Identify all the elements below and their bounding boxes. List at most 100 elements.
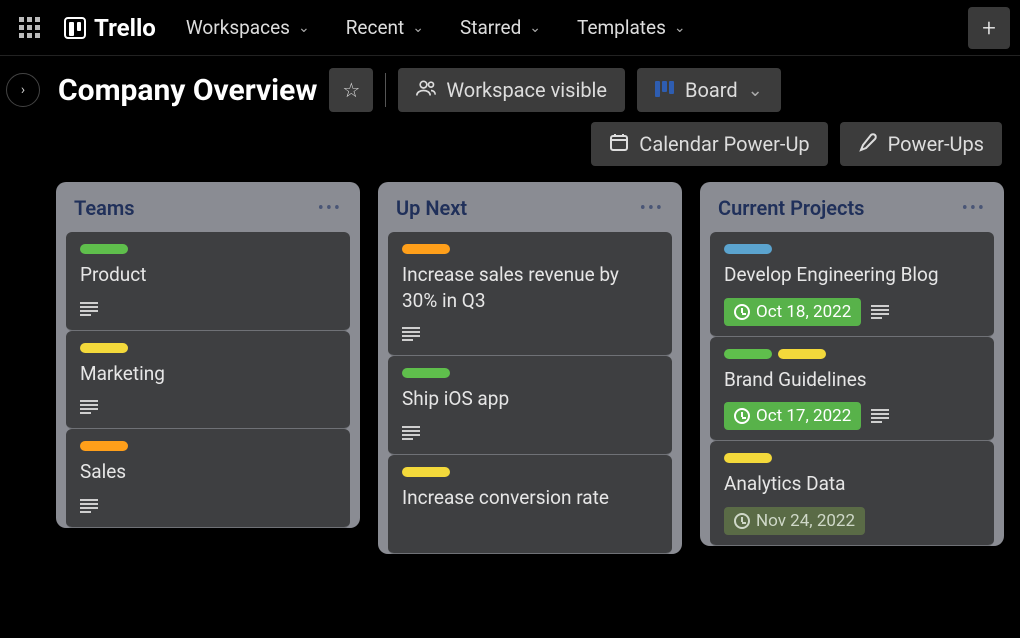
- card[interactable]: Increase conversion rate: [388, 455, 672, 554]
- board-header: › Company Overview ☆ Workspace visible B…: [0, 56, 1020, 182]
- list-header: Teams •••: [66, 192, 350, 232]
- card-title: Analytics Data: [724, 471, 980, 497]
- powerups-button[interactable]: Power-Ups: [840, 122, 1002, 166]
- apps-grid-icon: [19, 17, 40, 38]
- trello-logo[interactable]: Trello: [56, 14, 164, 42]
- chevron-down-icon: ⌄: [529, 20, 541, 36]
- list-title[interactable]: Up Next: [396, 196, 467, 220]
- label-orange[interactable]: [80, 441, 128, 451]
- description-icon: [80, 400, 98, 414]
- card[interactable]: Brand Guidelines Oct 17, 2022: [710, 337, 994, 442]
- board: Teams ••• Product Marketing Sales Up Next ••• I…: [0, 182, 1020, 554]
- label-orange[interactable]: [402, 244, 450, 254]
- description-icon: [80, 499, 98, 513]
- star-board-button[interactable]: ☆: [329, 68, 373, 112]
- clock-icon: [734, 304, 750, 320]
- card-labels: [402, 244, 658, 254]
- card[interactable]: Increase sales revenue by 30% in Q3: [388, 232, 672, 356]
- label-yellow[interactable]: [724, 453, 772, 463]
- card[interactable]: Marketing: [66, 331, 350, 430]
- chevron-down-icon: ⌄: [748, 80, 763, 101]
- chevron-down-icon: ⌄: [674, 20, 686, 36]
- card-title: Increase conversion rate: [402, 485, 658, 511]
- card-title: Marketing: [80, 361, 336, 387]
- description-icon: [402, 426, 420, 440]
- card[interactable]: Product: [66, 232, 350, 331]
- brand-name: Trello: [94, 14, 156, 42]
- card-footer: Nov 24, 2022: [724, 507, 980, 535]
- top-nav: Trello Workspaces ⌄ Recent ⌄ Starred ⌄ T…: [0, 0, 1020, 56]
- label-blue[interactable]: [724, 244, 772, 254]
- card-footer: [80, 396, 336, 418]
- label-green[interactable]: [80, 244, 128, 254]
- nav-templates[interactable]: Templates ⌄: [563, 10, 700, 45]
- due-badge[interactable]: Oct 17, 2022: [724, 402, 861, 430]
- divider: [385, 73, 386, 107]
- card-footer: Oct 18, 2022: [724, 298, 980, 326]
- card-footer: [80, 495, 336, 517]
- list-header: Current Projects •••: [710, 192, 994, 232]
- list-title[interactable]: Current Projects: [718, 196, 864, 220]
- card-labels: [402, 467, 658, 477]
- due-date: Nov 24, 2022: [756, 511, 855, 531]
- calendar-icon: [609, 132, 629, 157]
- card-title: Product: [80, 262, 336, 288]
- card[interactable]: Ship iOS app: [388, 356, 672, 455]
- sidebar-toggle[interactable]: ›: [6, 73, 40, 107]
- board-title[interactable]: Company Overview: [52, 73, 317, 108]
- chevron-down-icon: ⌄: [412, 20, 424, 36]
- list-header: Up Next •••: [388, 192, 672, 232]
- people-icon: [416, 78, 436, 102]
- card-footer: [402, 521, 658, 543]
- nav-starred[interactable]: Starred ⌄: [446, 10, 555, 45]
- card-footer: [402, 422, 658, 444]
- list: Current Projects ••• Develop Engineering B…: [700, 182, 1004, 546]
- label-yellow[interactable]: [80, 343, 128, 353]
- card-labels: [724, 244, 980, 254]
- star-icon: ☆: [342, 78, 360, 102]
- due-badge[interactable]: Oct 18, 2022: [724, 298, 861, 326]
- view-switcher[interactable]: Board ⌄: [637, 68, 781, 112]
- create-button[interactable]: +: [968, 7, 1010, 49]
- card-labels: [80, 441, 336, 451]
- label-green[interactable]: [724, 349, 772, 359]
- rocket-icon: [858, 132, 878, 157]
- list-menu-button[interactable]: •••: [318, 198, 342, 219]
- card-title: Brand Guidelines: [724, 367, 980, 393]
- card-title: Increase sales revenue by 30% in Q3: [402, 262, 658, 313]
- card-title: Develop Engineering Blog: [724, 262, 980, 288]
- board-view-icon: [655, 78, 675, 102]
- label-green[interactable]: [402, 368, 450, 378]
- nav-workspaces[interactable]: Workspaces ⌄: [172, 10, 324, 45]
- calendar-powerup-button[interactable]: Calendar Power-Up: [591, 122, 827, 166]
- list: Up Next ••• Increase sales revenue by 30% …: [378, 182, 682, 554]
- label-yellow[interactable]: [778, 349, 826, 359]
- clock-icon: [734, 408, 750, 424]
- description-icon: [402, 327, 420, 341]
- clock-icon: [734, 513, 750, 529]
- chevron-down-icon: ⌄: [298, 20, 310, 36]
- nav-recent[interactable]: Recent ⌄: [332, 10, 438, 45]
- card-footer: Oct 17, 2022: [724, 402, 980, 430]
- apps-menu-button[interactable]: [10, 9, 48, 47]
- list-menu-button[interactable]: •••: [962, 198, 986, 219]
- card-title: Ship iOS app: [402, 386, 658, 412]
- due-date: Oct 18, 2022: [756, 302, 851, 322]
- visibility-button[interactable]: Workspace visible: [398, 68, 625, 112]
- label-yellow[interactable]: [402, 467, 450, 477]
- card-labels: [724, 453, 980, 463]
- description-icon: [80, 302, 98, 316]
- plus-icon: +: [982, 14, 996, 42]
- card[interactable]: Develop Engineering Blog Oct 18, 2022: [710, 232, 994, 337]
- list: Teams ••• Product Marketing Sales: [56, 182, 360, 528]
- list-menu-button[interactable]: •••: [640, 198, 664, 219]
- card-labels: [724, 349, 980, 359]
- due-badge[interactable]: Nov 24, 2022: [724, 507, 865, 535]
- list-title[interactable]: Teams: [74, 196, 135, 220]
- card[interactable]: Sales: [66, 429, 350, 528]
- card[interactable]: Analytics Data Nov 24, 2022: [710, 441, 994, 546]
- card-labels: [80, 244, 336, 254]
- card-labels: [402, 368, 658, 378]
- card-footer: [402, 323, 658, 345]
- description-icon: [871, 409, 889, 423]
